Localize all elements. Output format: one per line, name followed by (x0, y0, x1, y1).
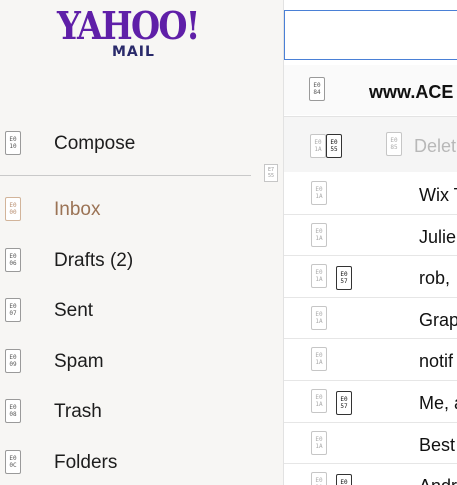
message-checkbox-icon[interactable]: E0 1A (311, 181, 327, 205)
message-status-icon: E0 57 (336, 474, 352, 485)
message-sender: Grap (419, 309, 457, 330)
message-checkbox-icon[interactable]: E0 1A (311, 222, 327, 247)
message-status-icon: E0 57 (336, 390, 352, 415)
delete-icon: E0 85 (386, 132, 402, 156)
message-row[interactable]: E0 1A E0 57 rob, (284, 256, 457, 298)
sidebar-item-label: Folders (54, 452, 118, 473)
message-sender: rob, (419, 268, 451, 289)
sidebar-item-label: Sent (54, 300, 94, 321)
message-sender: notif (419, 351, 454, 372)
message-pane: E0 84 www.ACE E0 1A E0 55 E0 85 Delet E0… (283, 0, 457, 485)
sidebar-item-trash[interactable]: E0 08 Trash (0, 391, 250, 431)
search-input[interactable] (284, 10, 457, 60)
message-sender: Andr (419, 476, 457, 485)
message-row[interactable]: E0 1A E0 57 Me, a (284, 380, 457, 423)
select-all-checkbox-icon[interactable]: E0 1A (310, 134, 326, 158)
folders-icon: E0 0C (5, 450, 21, 474)
message-row[interactable]: E0 1A Julie (284, 214, 457, 257)
message-toolbar: E0 1A E0 55 E0 85 Delet (284, 116, 457, 172)
sidebar-item-spam[interactable]: E0 09 Spam (0, 341, 250, 381)
inbox-icon: E0 00 (5, 197, 21, 221)
sidebar-item-label: Inbox (54, 199, 101, 220)
message-sender: Me, a (419, 392, 457, 413)
sidebar-divider (0, 175, 251, 176)
message-sender: Best (419, 434, 456, 455)
sidebar-resize-handle-icon[interactable]: E7 55 (264, 164, 278, 182)
delete-button[interactable]: Delet (414, 136, 456, 157)
drafts-icon: E0 06 (5, 248, 21, 272)
folder-header: E0 84 www.ACE (284, 65, 457, 115)
sidebar-item-label: Drafts (2) (54, 250, 134, 271)
message-status-icon: E0 57 (336, 266, 352, 291)
header-title: www.ACE (369, 82, 454, 102)
spam-icon: E0 09 (5, 349, 21, 373)
message-row[interactable]: E0 1A Best (284, 422, 457, 465)
select-menu-chevron-icon[interactable]: E0 55 (326, 134, 342, 158)
message-list: E0 1A Wix T E0 1A Julie E0 1A E0 57 rob, E0 1A G… (284, 173, 457, 485)
sent-icon: E0 07 (5, 298, 21, 322)
message-checkbox-icon[interactable]: E0 1A (311, 305, 327, 330)
message-row[interactable]: E0 1A E0 57 Andr (284, 464, 457, 485)
message-checkbox-icon[interactable]: E0 1A (311, 472, 327, 485)
header-icon[interactable]: E0 84 (309, 77, 325, 101)
sidebar-item-folders[interactable]: E0 0C Folders (0, 442, 250, 482)
sidebar-item-drafts[interactable]: E0 06 Drafts (2) (0, 240, 250, 280)
message-row[interactable]: E0 1A Grap (284, 297, 457, 340)
message-checkbox-icon[interactable]: E0 1A (311, 388, 327, 413)
sidebar: YAHOO! MAIL E0 10 Compose E7 55 E0 00 In… (0, 0, 283, 485)
message-row[interactable]: E0 1A notif (284, 339, 457, 381)
message-row[interactable]: E0 1A Wix T (284, 173, 457, 215)
sidebar-item-inbox[interactable]: E0 00 Inbox (0, 189, 250, 229)
sidebar-item-sent[interactable]: E0 07 Sent (0, 290, 250, 330)
sidebar-item-label: Spam (54, 351, 104, 372)
sidebar-item-label: Trash (54, 401, 102, 422)
yahoo-mail-logo[interactable]: YAHOO! MAIL (57, 4, 203, 62)
message-checkbox-icon[interactable]: E0 1A (311, 430, 327, 455)
message-checkbox-icon[interactable]: E0 1A (311, 347, 327, 372)
compose-icon: E0 10 (5, 131, 21, 155)
message-sender: Julie (419, 226, 457, 247)
message-sender: Wix T (419, 185, 457, 205)
logo-wordmark: YAHOO! (57, 3, 200, 48)
trash-icon: E0 08 (5, 399, 21, 423)
compose-label: Compose (54, 133, 136, 154)
logo-subtitle: MAIL (112, 44, 155, 60)
message-checkbox-icon[interactable]: E0 1A (311, 264, 327, 289)
compose-button[interactable]: E0 10 Compose (0, 123, 250, 163)
